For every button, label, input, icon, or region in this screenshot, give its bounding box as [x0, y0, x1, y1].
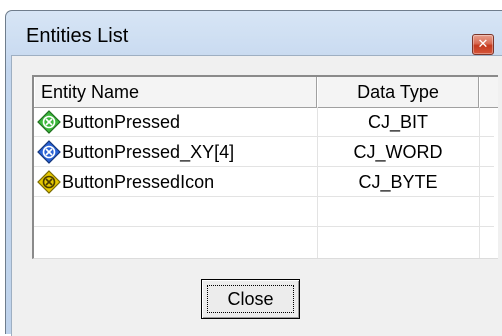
window-close-button[interactable]: ✕ [472, 34, 494, 55]
entity-name-cell: ButtonPressedIcon [62, 172, 215, 192]
table-row[interactable]: ButtonPressed_XY[4] CJ_WORD [34, 137, 494, 167]
table-row[interactable]: ButtonPressedIcon CJ_BYTE [34, 167, 494, 197]
column-header-entity-name[interactable]: Entity Name [34, 77, 317, 107]
green-diamond-icon [37, 110, 61, 134]
table-row-empty[interactable] [34, 197, 494, 227]
list-header: Entity Name Data Type [34, 77, 498, 108]
data-type-cell: CJ_BIT [367, 112, 428, 132]
close-x-icon: ✕ [477, 37, 489, 52]
close-button[interactable]: Close [201, 279, 300, 319]
entity-name-cell: ButtonPressed_XY[4] [62, 142, 235, 162]
column-header-data-type[interactable]: Data Type [317, 77, 479, 107]
table-row[interactable]: ButtonPressed CJ_BIT [34, 107, 494, 137]
window-title: Entities List [26, 25, 129, 47]
dialog-client-area: Entity Name Data Type ButtonPressed CJ_B… [11, 55, 502, 336]
row-divider [34, 226, 494, 227]
close-button-label: Close [227, 289, 274, 309]
data-type-cell: CJ_BYTE [358, 172, 438, 192]
column-header-empty[interactable] [479, 77, 500, 107]
entity-name-cell: ButtonPressed [62, 112, 181, 132]
blue-diamond-icon [37, 140, 61, 164]
entities-list-dialog: Entities List ✕ Entity Name Data Type Bu… [5, 10, 502, 336]
data-type-cell: CJ_WORD [353, 142, 443, 162]
entities-list-view[interactable]: Entity Name Data Type ButtonPressed CJ_B… [32, 75, 498, 259]
yellow-diamond-icon [37, 170, 61, 194]
